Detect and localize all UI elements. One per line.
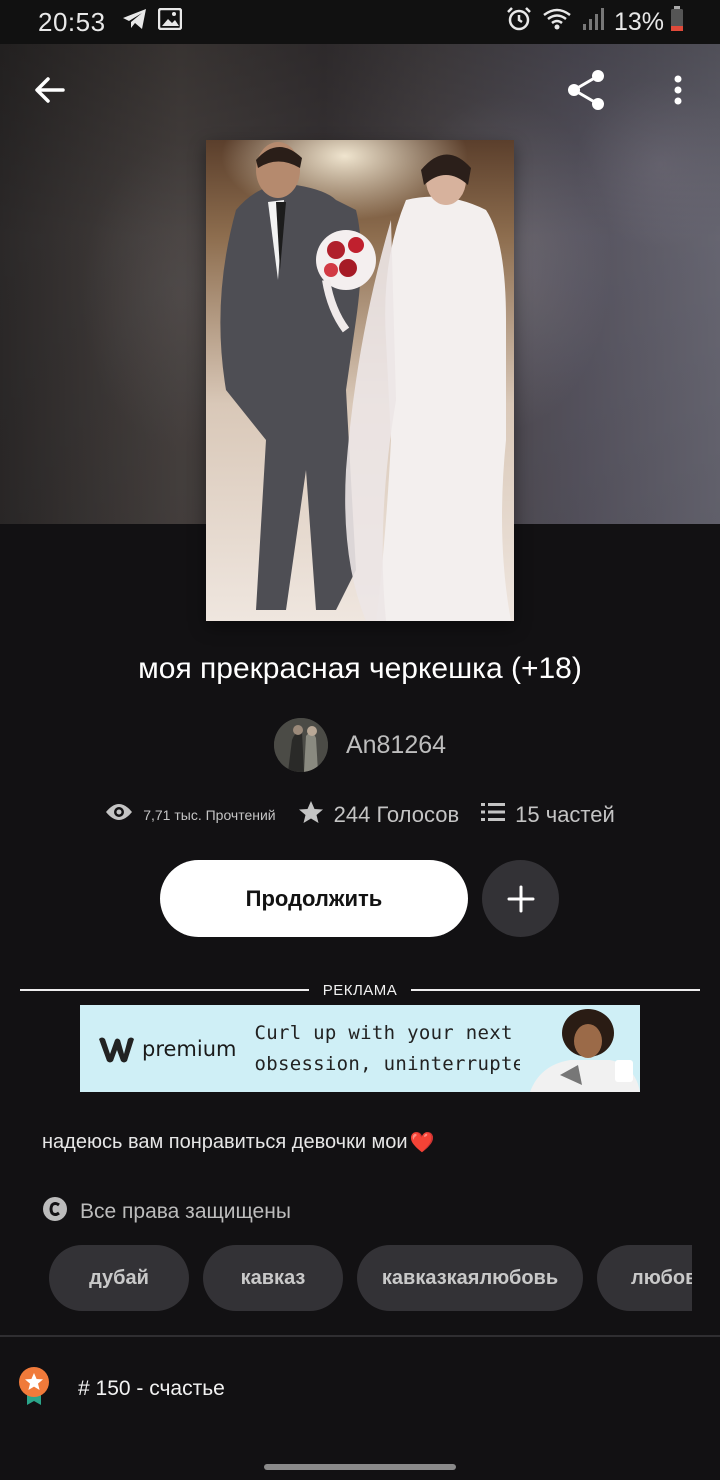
ad-logo: premium xyxy=(96,1034,236,1064)
cover-image xyxy=(206,140,514,621)
ad-photo xyxy=(520,1005,640,1092)
tag-chip[interactable]: кавказ xyxy=(203,1245,343,1311)
wifi-icon xyxy=(542,7,572,38)
back-arrow-icon xyxy=(35,77,65,103)
author-row[interactable]: An81264 xyxy=(0,718,720,772)
ad-label: РЕКЛАМА xyxy=(322,981,398,999)
status-time: 20:53 xyxy=(38,6,106,37)
battery-percent: 13% xyxy=(613,7,664,36)
status-bar: 20:53 13% xyxy=(0,0,720,44)
add-to-library-button[interactable] xyxy=(482,860,559,937)
heart-emoji: ❤️ xyxy=(409,1132,435,1154)
section-divider xyxy=(0,1335,720,1337)
copyright-row: Все права защищены xyxy=(42,1196,291,1228)
story-stats: 7,71 тыс. Прочтений 244 Голосов 15 часте… xyxy=(0,800,720,829)
more-options-button[interactable] xyxy=(654,66,702,114)
ranking-row[interactable]: # 150 - счастье xyxy=(18,1366,225,1412)
back-button[interactable] xyxy=(26,66,74,114)
telegram-icon xyxy=(122,8,148,37)
parts-count: 15 частей xyxy=(515,801,615,827)
continue-reading-button[interactable]: Продолжить xyxy=(160,860,468,937)
more-vertical-icon xyxy=(674,75,682,105)
alarm-icon xyxy=(506,6,532,39)
battery-icon xyxy=(670,5,684,39)
ad-separator: РЕКЛАМА xyxy=(20,980,701,1000)
book-cover[interactable] xyxy=(206,140,514,621)
share-button[interactable] xyxy=(562,66,610,114)
tag-chip[interactable]: любов xyxy=(597,1245,692,1311)
share-icon xyxy=(568,70,604,110)
eye-icon xyxy=(105,802,133,827)
copyright-icon xyxy=(42,1196,68,1228)
reads-count: 7,71 тыс. Прочтений xyxy=(143,806,276,823)
votes-count: 244 Голосов xyxy=(333,801,460,827)
story-title: моя прекрасная черкешка (+18) xyxy=(138,652,582,685)
ranking-badge-icon xyxy=(18,1366,50,1412)
list-icon xyxy=(481,802,506,827)
votes-stat: 244 Голосов xyxy=(298,800,460,829)
gallery-icon xyxy=(157,7,182,37)
copyright-text: Все права защищены xyxy=(80,1200,291,1223)
plus-icon xyxy=(507,885,534,912)
parts-stat[interactable]: 15 частей xyxy=(481,802,615,828)
signal-icon xyxy=(582,7,604,38)
tag-chip[interactable]: кавказкаялюбовь xyxy=(357,1245,583,1311)
ad-brand: premium xyxy=(142,1036,237,1061)
reads-stat: 7,71 тыс. Прочтений xyxy=(105,802,276,827)
battery-status: 13% xyxy=(613,5,684,39)
author-name[interactable]: An81264 xyxy=(346,731,446,760)
status-right: 13% xyxy=(506,5,684,39)
wattpad-logo-icon xyxy=(99,1037,134,1062)
story-description: надеюсь вам понравиться девочки мои ❤️ xyxy=(42,1130,682,1155)
ad-banner[interactable]: premium Curl up with your next reading o… xyxy=(80,1005,640,1092)
tag-chip[interactable]: дубай xyxy=(49,1245,189,1311)
ranking-text: # 150 - счастье xyxy=(78,1377,225,1400)
tags-list: дубай кавказ кавказкаялюбовь любов xyxy=(49,1245,692,1311)
description-text: надеюсь вам понравиться девочки мои xyxy=(42,1131,408,1153)
home-indicator[interactable] xyxy=(264,1464,456,1470)
avatar[interactable] xyxy=(273,718,328,772)
star-icon xyxy=(298,800,324,829)
status-left: 20:53 xyxy=(38,7,182,38)
